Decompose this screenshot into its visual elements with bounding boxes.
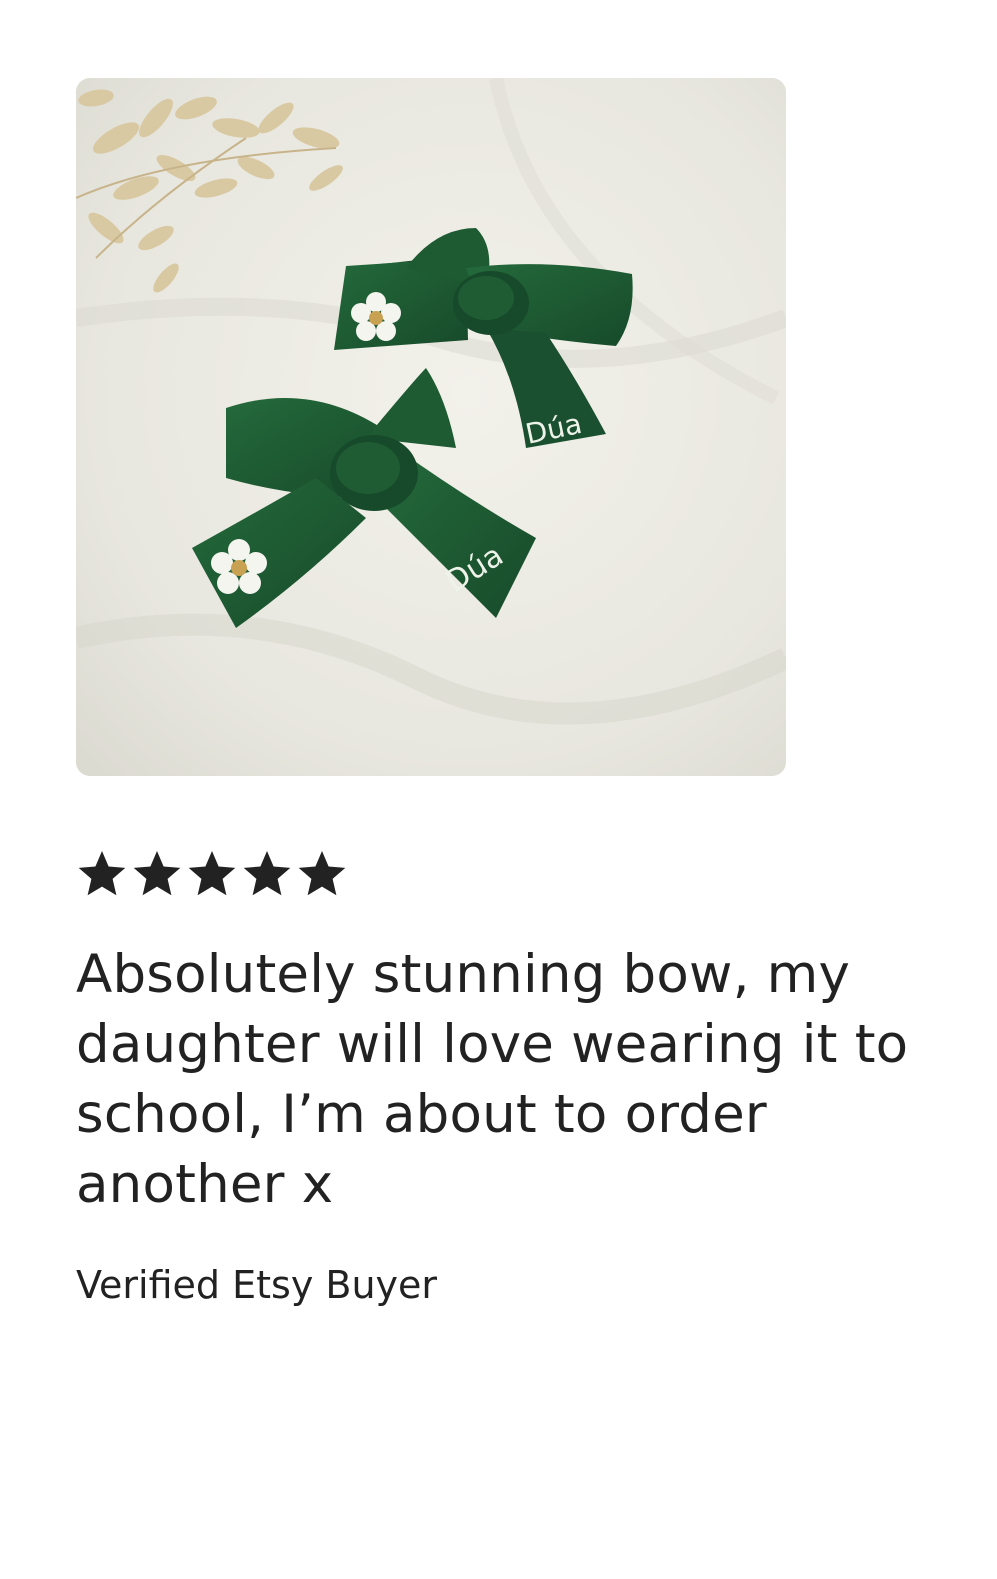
star-icon bbox=[243, 851, 291, 896]
star-rating bbox=[76, 848, 348, 900]
bows-illustration: Dúa Dúa bbox=[76, 78, 786, 776]
star-icon bbox=[78, 851, 126, 896]
star-icon bbox=[188, 851, 236, 896]
reviewer-name: Verified Etsy Buyer bbox=[76, 1263, 438, 1307]
review-card: Dúa Dúa Absolutely stunning bow, my daug… bbox=[0, 0, 997, 1579]
review-photo[interactable]: Dúa Dúa bbox=[76, 78, 786, 776]
star-icon bbox=[133, 851, 181, 896]
review-text: Absolutely stunning bow, my daughter wil… bbox=[76, 944, 909, 1215]
star-icon bbox=[298, 851, 346, 896]
